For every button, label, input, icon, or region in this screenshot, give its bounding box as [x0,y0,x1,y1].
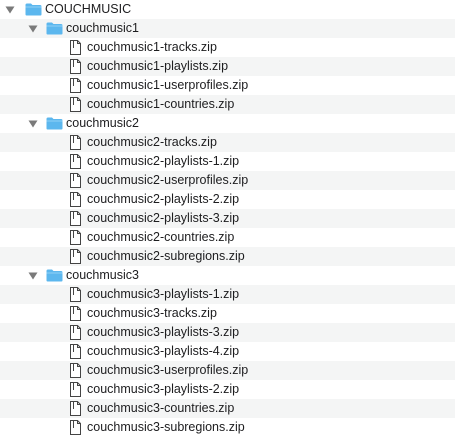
file-row[interactable]: couchmusic1-tracks.zip [0,38,455,57]
file-row[interactable]: couchmusic3-playlists-2.zip [0,380,455,399]
folder-row-couchmusic2[interactable]: couchmusic2 [0,114,455,133]
folder-icon [25,0,43,19]
document-icon [70,304,83,323]
document-icon [70,209,83,228]
tree-root-row[interactable]: COUCHMUSIC [0,0,455,19]
file-name: couchmusic3-playlists-2.zip [87,382,240,396]
file-name: couchmusic3-playlists-1.zip [87,287,240,301]
file-row[interactable]: couchmusic2-userprofiles.zip [0,171,455,190]
file-name: couchmusic2-tracks.zip [87,135,217,149]
folder-row-couchmusic1[interactable]: couchmusic1 [0,19,455,38]
document-icon [70,190,83,209]
document-icon [70,38,83,57]
document-icon [70,57,83,76]
file-name: couchmusic1-userprofiles.zip [87,78,249,92]
file-name: couchmusic2-subregions.zip [87,249,245,263]
file-name: couchmusic3-tracks.zip [87,306,217,320]
folder-icon [46,114,64,133]
file-row[interactable]: couchmusic1-userprofiles.zip [0,76,455,95]
folder-icon [46,19,64,38]
root-folder-label: COUCHMUSIC [45,2,132,16]
file-row[interactable]: couchmusic2-subregions.zip [0,247,455,266]
file-name: couchmusic3-countries.zip [87,401,235,415]
file-tree: COUCHMUSIC couchmusic1 couchmusic1-tracks.… [0,0,455,435]
folder-disclosure-triangle-icon[interactable] [27,114,39,133]
document-icon [70,247,83,266]
file-name: couchmusic1-tracks.zip [87,40,217,54]
folder-row-couchmusic3[interactable]: couchmusic3 [0,266,455,285]
folder-disclosure-triangle-icon[interactable] [27,266,39,285]
file-name: couchmusic3-playlists-4.zip [87,344,240,358]
file-row[interactable]: couchmusic1-playlists.zip [0,57,455,76]
file-row[interactable]: couchmusic2-countries.zip [0,228,455,247]
document-icon [70,133,83,152]
file-name: couchmusic1-countries.zip [87,97,235,111]
file-row[interactable]: couchmusic3-playlists-3.zip [0,323,455,342]
folder-disclosure-triangle-icon[interactable] [27,19,39,38]
file-row[interactable]: couchmusic2-playlists-2.zip [0,190,455,209]
document-icon [70,285,83,304]
document-icon [70,361,83,380]
document-icon [70,342,83,361]
file-row[interactable]: couchmusic2-tracks.zip [0,133,455,152]
file-row[interactable]: couchmusic3-subregions.zip [0,418,455,437]
folder-label: couchmusic2 [66,116,139,130]
document-icon [70,95,83,114]
root-disclosure-triangle-icon[interactable] [4,0,16,19]
file-row[interactable]: couchmusic3-playlists-1.zip [0,285,455,304]
folder-label: couchmusic3 [66,268,139,282]
file-row[interactable]: couchmusic3-playlists-4.zip [0,342,455,361]
document-icon [70,418,83,437]
file-name: couchmusic2-playlists-1.zip [87,154,240,168]
document-icon [70,76,83,95]
file-row[interactable]: couchmusic2-playlists-3.zip [0,209,455,228]
file-name: couchmusic3-userprofiles.zip [87,363,249,377]
file-name: couchmusic2-playlists-2.zip [87,192,240,206]
file-name: couchmusic3-subregions.zip [87,420,245,434]
document-icon [70,228,83,247]
file-row[interactable]: couchmusic3-countries.zip [0,399,455,418]
file-name: couchmusic1-playlists.zip [87,59,229,73]
folder-label: couchmusic1 [66,21,139,35]
file-name: couchmusic3-playlists-3.zip [87,325,240,339]
document-icon [70,399,83,418]
document-icon [70,323,83,342]
file-name: couchmusic2-userprofiles.zip [87,173,249,187]
document-icon [70,152,83,171]
file-row[interactable]: couchmusic3-userprofiles.zip [0,361,455,380]
document-icon [70,171,83,190]
file-row[interactable]: couchmusic3-tracks.zip [0,304,455,323]
folder-icon [46,266,64,285]
file-name: couchmusic2-countries.zip [87,230,235,244]
file-name: couchmusic2-playlists-3.zip [87,211,240,225]
file-row[interactable]: couchmusic1-countries.zip [0,95,455,114]
document-icon [70,380,83,399]
file-row[interactable]: couchmusic2-playlists-1.zip [0,152,455,171]
